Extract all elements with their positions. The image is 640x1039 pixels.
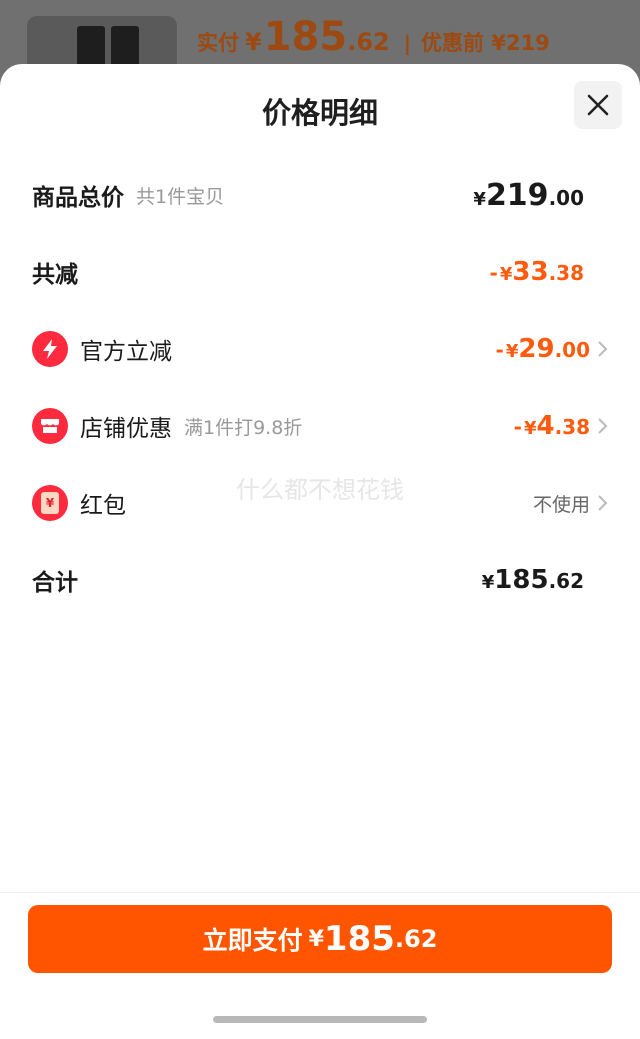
close-button[interactable] bbox=[574, 81, 622, 129]
price-detail-sheet: 价格明细 商品总价 共1件宝贝 ¥ 219 .00 共减 - ¥ 33 .38 … bbox=[0, 64, 640, 1039]
actual-pay-integer: 185 bbox=[263, 14, 348, 60]
total-reduction-row: 共减 - ¥ 33 .38 bbox=[32, 247, 608, 297]
chevron-right-icon bbox=[598, 418, 608, 434]
pay-decimal: .62 bbox=[394, 925, 438, 953]
store-icon bbox=[32, 408, 68, 444]
before-discount-price: 优惠前 ¥219 bbox=[421, 31, 550, 55]
store-discount-amount: - ¥ 4 .38 bbox=[513, 411, 590, 441]
official-discount-row[interactable]: 官方立减 - ¥ 29 .00 bbox=[32, 324, 608, 374]
home-indicator[interactable] bbox=[213, 1016, 427, 1023]
lightning-icon bbox=[32, 331, 68, 367]
pay-now-button[interactable]: 立即支付 ¥ 185 .62 bbox=[28, 905, 612, 973]
actual-pay-currency: ¥ bbox=[245, 28, 262, 56]
total-reduction-amount: - ¥ 33 .38 bbox=[489, 257, 584, 287]
store-discount-label: 店铺优惠 bbox=[80, 416, 172, 442]
store-discount-row[interactable]: 店铺优惠 满1件打9.8折 - ¥ 4 .38 bbox=[32, 401, 608, 451]
official-discount-amount: - ¥ 29 .00 bbox=[495, 334, 590, 364]
goods-total-amount: ¥ 219 .00 bbox=[473, 177, 584, 213]
pay-now-label: 立即支付 bbox=[202, 926, 303, 955]
watermark: 什么都不想花钱 bbox=[236, 476, 404, 504]
store-discount-rule: 满1件打9.8折 bbox=[184, 416, 303, 439]
total-row: 合计 ¥ 185 .62 bbox=[32, 555, 608, 605]
sheet-title: 价格明细 bbox=[261, 96, 378, 130]
official-discount-label: 官方立减 bbox=[80, 339, 172, 365]
total-amount: ¥ 185 .62 bbox=[481, 565, 584, 595]
pay-currency: ¥ bbox=[308, 926, 324, 952]
pay-integer: 185 bbox=[323, 919, 395, 959]
background-price-summary: 实付 ¥ 185 .62 | 优惠前 ¥219 bbox=[197, 14, 550, 60]
close-icon bbox=[587, 94, 609, 116]
goods-count: 共1件宝贝 bbox=[136, 185, 225, 208]
sheet-footer: 立即支付 ¥ 185 .62 bbox=[0, 892, 640, 1039]
total-label: 合计 bbox=[32, 570, 78, 596]
price-separator: | bbox=[403, 31, 412, 55]
goods-total-row: 商品总价 共1件宝贝 ¥ 219 .00 bbox=[32, 170, 608, 220]
total-reduction-label: 共减 bbox=[32, 262, 78, 288]
goods-total-label: 商品总价 bbox=[32, 185, 124, 211]
actual-pay-label: 实付 bbox=[197, 31, 239, 55]
chevron-right-icon bbox=[598, 341, 608, 357]
actual-pay-decimal: .62 bbox=[347, 28, 390, 56]
